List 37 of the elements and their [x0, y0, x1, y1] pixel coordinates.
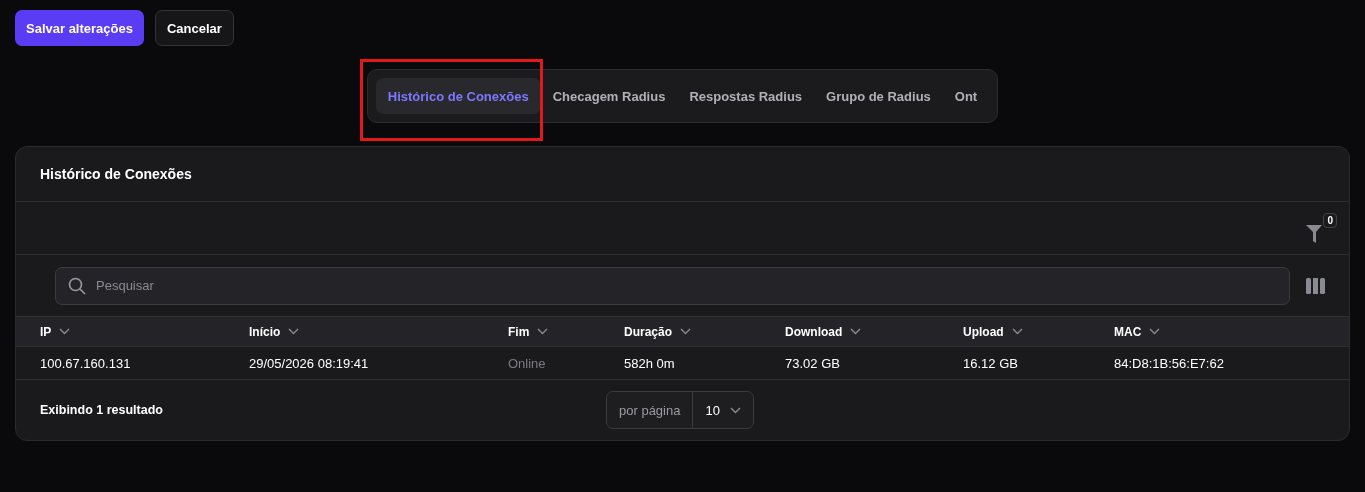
result-count: Exibindo 1 resultado [40, 403, 164, 417]
tab[interactable]: Checagem Radius [540, 78, 678, 114]
card-title: Histórico de Conexões [40, 166, 192, 182]
save-button[interactable]: Salvar alterações [15, 10, 144, 46]
chevron-down-icon [1011, 328, 1023, 335]
table-cell: 16.12 GB [963, 355, 1018, 371]
column-header[interactable]: Upload [963, 324, 1023, 339]
cancel-button[interactable]: Cancelar [154, 10, 234, 46]
column-header[interactable]: Início [249, 324, 300, 339]
table-cell: 73.02 GB [785, 355, 840, 371]
tab[interactable]: Respostas Radius [677, 78, 815, 114]
column-header[interactable]: Download [785, 324, 862, 339]
caret-icon [729, 406, 741, 414]
search-field[interactable]: Pesquisar [55, 266, 1290, 305]
column-header[interactable]: MAC [1114, 324, 1161, 339]
table-cell: 582h 0m [624, 355, 675, 371]
tab[interactable]: Histórico de Conexões [375, 78, 541, 114]
columns-icon[interactable] [1306, 277, 1325, 294]
filter-icon[interactable] [1306, 225, 1323, 243]
column-header[interactable]: IP [40, 324, 71, 339]
column-header[interactable]: Duração [624, 324, 692, 339]
table-cell: 29/05/2026 08:19:41 [249, 355, 369, 371]
table-cell: 100.67.160.131 [40, 355, 131, 371]
tab[interactable]: Grupo de Radius [814, 78, 943, 114]
chevron-down-icon [59, 328, 71, 335]
chevron-down-icon [850, 328, 862, 335]
chevron-down-icon [680, 328, 692, 335]
column-header[interactable]: Fim [508, 324, 549, 339]
filter-count-badge: 0 [1323, 213, 1337, 228]
table-cell: Online [508, 355, 546, 371]
tab[interactable]: Ont [942, 78, 990, 114]
search-icon [68, 276, 86, 295]
chevron-down-icon [1149, 328, 1161, 335]
chevron-down-icon [537, 328, 549, 335]
chevron-down-icon [288, 328, 300, 335]
per-page-select[interactable]: por página 10 [606, 391, 754, 429]
table-cell: 84:D8:1B:56:E7:62 [1114, 355, 1224, 371]
